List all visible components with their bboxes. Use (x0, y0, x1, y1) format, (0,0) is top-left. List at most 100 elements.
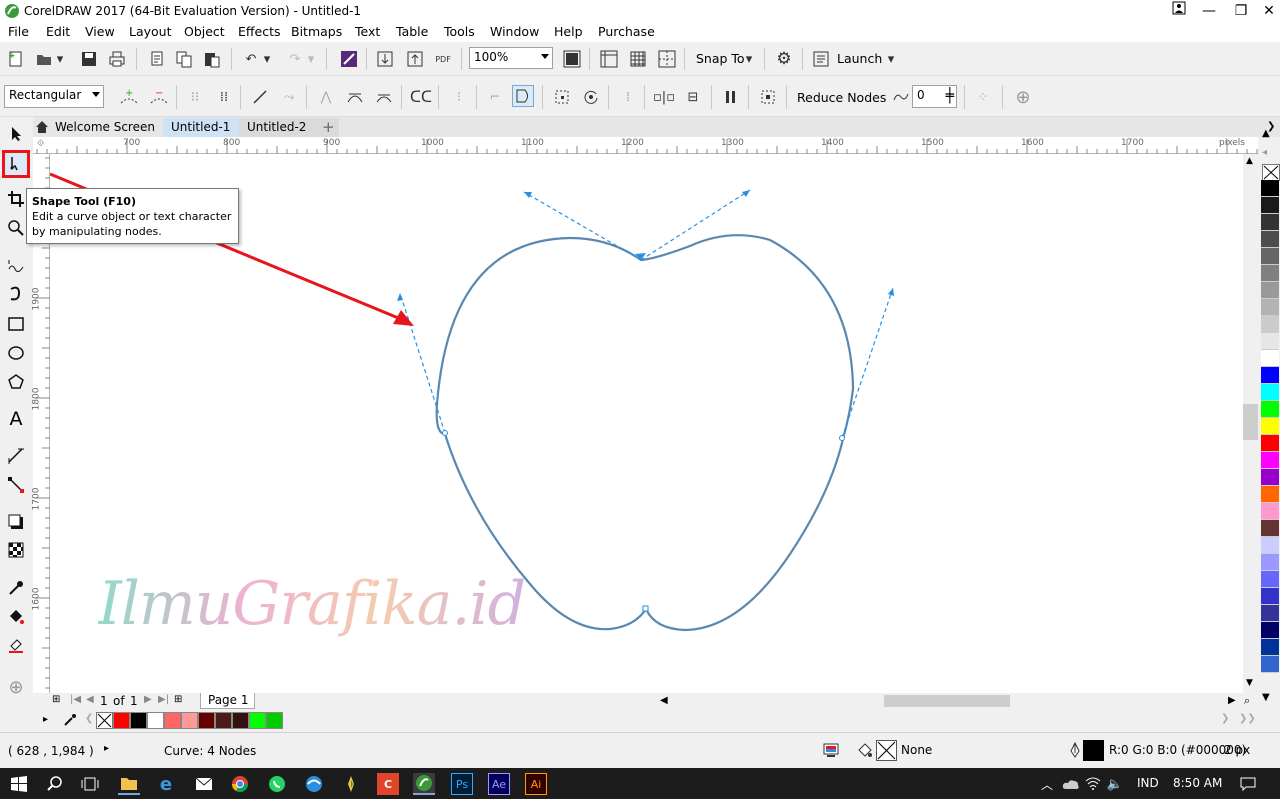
palette-swatch[interactable] (1261, 180, 1279, 197)
reverse-direction-icon[interactable]: ᑕᑕ (410, 86, 432, 108)
document-palette-scroll-right-icon[interactable]: ❯ (1221, 713, 1229, 724)
interactive-fill-tool-icon[interactable] (4, 605, 28, 629)
palette-swatch[interactable] (1261, 316, 1279, 333)
palette-swatch[interactable] (1261, 418, 1279, 435)
restore-button[interactable]: ❐ (1226, 0, 1256, 22)
menu-window[interactable]: Window (490, 24, 539, 39)
palette-swatch[interactable] (1261, 605, 1279, 622)
palette-swatch[interactable] (1261, 435, 1279, 452)
document-palette-swatch[interactable] (147, 712, 164, 729)
tab-untitled-1[interactable]: Untitled-1 (163, 118, 239, 137)
symmetrical-node-icon[interactable] (373, 86, 395, 108)
palette-swatch[interactable] (1261, 401, 1279, 418)
palette-swatch[interactable] (1261, 248, 1279, 265)
palette-swatch[interactable] (1261, 265, 1279, 282)
tab-untitled-2[interactable]: Untitled-2 (239, 118, 317, 137)
ellipse-tool-icon[interactable] (4, 341, 28, 365)
new-document-icon[interactable]: + (5, 48, 27, 70)
menu-table[interactable]: Table (396, 24, 428, 39)
undo-icon[interactable]: ↶ (240, 48, 262, 70)
print-icon[interactable] (106, 48, 128, 70)
palette-swatch[interactable] (1261, 282, 1279, 299)
menu-edit[interactable]: Edit (46, 24, 70, 39)
launch-label[interactable]: Launch (837, 51, 882, 66)
palette-swatch[interactable] (1261, 367, 1279, 384)
palette-swatch[interactable] (1261, 571, 1279, 588)
chrome-icon[interactable] (229, 773, 251, 795)
palette-swatch[interactable] (1261, 197, 1279, 214)
full-screen-icon[interactable] (561, 48, 583, 70)
horizontal-scrollbar[interactable]: ◀ ▶ (656, 693, 1243, 709)
palette-swatch[interactable] (1261, 469, 1279, 486)
menu-view[interactable]: View (85, 24, 115, 39)
convert-to-line-icon[interactable] (249, 86, 271, 108)
after-effects-icon[interactable]: Ae (488, 773, 510, 795)
tab-welcome-screen[interactable]: Welcome Screen (33, 118, 163, 137)
edge-browser-icon[interactable]: e (155, 773, 177, 795)
delete-node-icon[interactable]: − (148, 86, 170, 108)
document-palette-swatch[interactable] (266, 712, 283, 729)
vertical-scrollbar[interactable]: ▲ ▼ (1243, 154, 1258, 693)
parallel-dimension-tool-icon[interactable] (4, 444, 28, 468)
palette-scroll-down-icon[interactable]: ▼ (1262, 692, 1270, 703)
open-folder-icon[interactable] (33, 48, 55, 70)
transparency-tool-icon[interactable] (4, 538, 28, 562)
quick-customize-icon[interactable]: ⊕ (4, 675, 28, 699)
import-icon[interactable] (374, 48, 396, 70)
app-c-icon[interactable]: C (377, 773, 399, 795)
palette-swatch[interactable] (1261, 350, 1279, 367)
zoom-level-combo[interactable]: 100% (469, 47, 553, 69)
menu-layout[interactable]: Layout (129, 24, 172, 39)
document-palette-scroll-left-icon[interactable]: ❮ (85, 713, 93, 724)
next-page-icon[interactable]: ▶ (144, 694, 152, 705)
freehand-tool-icon[interactable] (4, 254, 28, 278)
coreldraw-suite-icon[interactable] (340, 773, 362, 795)
pick-tool-icon[interactable] (4, 122, 28, 146)
add-page-before-icon[interactable]: ⊞ (52, 694, 60, 705)
palette-swatch[interactable] (1261, 503, 1279, 520)
add-node-icon[interactable]: + (118, 86, 140, 108)
zoom-navigator-icon[interactable]: ⌕ (1244, 694, 1250, 708)
rectangle-tool-icon[interactable] (4, 312, 28, 336)
shape-tool-icon[interactable] (2, 150, 30, 178)
smooth-node-icon[interactable] (344, 86, 366, 108)
open-recent-chevron-icon[interactable]: ▾ (54, 48, 66, 70)
cut-icon[interactable] (146, 48, 168, 70)
palette-swatch[interactable] (1261, 384, 1279, 401)
smart-fill-tool-icon[interactable] (4, 633, 28, 657)
windows-start-icon[interactable] (8, 773, 30, 795)
palette-swatch[interactable] (1261, 333, 1279, 350)
page-tab[interactable]: Page 1 (200, 693, 255, 709)
palette-swatch[interactable] (1261, 554, 1279, 571)
task-view-icon[interactable] (79, 773, 101, 795)
vertical-scroll-thumb[interactable] (1243, 404, 1258, 440)
minimize-button[interactable]: — (1194, 0, 1224, 22)
action-center-icon[interactable] (1237, 773, 1259, 795)
document-palette-swatch[interactable] (113, 712, 130, 729)
palette-swatch[interactable] (1261, 486, 1279, 503)
menu-file[interactable]: File (8, 24, 29, 39)
crop-tool-icon[interactable] (4, 187, 28, 211)
show-hidden-icons-chevron-icon[interactable]: ︿ (1036, 773, 1058, 795)
zoom-tool-icon[interactable] (4, 216, 28, 240)
copy-icon[interactable] (173, 48, 195, 70)
fill-none-swatch[interactable] (876, 740, 897, 761)
file-explorer-icon[interactable] (118, 773, 140, 795)
palette-swatch[interactable] (1261, 537, 1279, 554)
document-palette-swatch[interactable] (130, 712, 147, 729)
document-palette-swatch[interactable] (198, 712, 215, 729)
palette-swatch[interactable] (1261, 588, 1279, 605)
photoshop-icon[interactable]: Ps (451, 773, 473, 795)
onedrive-cloud-icon[interactable] (1060, 773, 1082, 795)
clock-time[interactable]: 8:50 AM (1173, 776, 1222, 790)
coreldraw-taskbar-icon[interactable] (413, 773, 435, 795)
document-palette-swatch[interactable] (164, 712, 181, 729)
break-curve-icon[interactable]: ⁞⁞ (213, 86, 235, 108)
stretch-nodes-icon[interactable] (551, 86, 573, 108)
scroll-right-icon[interactable]: ▶ (1228, 695, 1236, 706)
search-icon[interactable] (44, 773, 66, 795)
scroll-up-icon[interactable]: ▲ (1246, 156, 1253, 166)
menu-purchase[interactable]: Purchase (598, 24, 655, 39)
menu-object[interactable]: Object (184, 24, 225, 39)
color-eyedropper-icon[interactable] (63, 713, 77, 730)
